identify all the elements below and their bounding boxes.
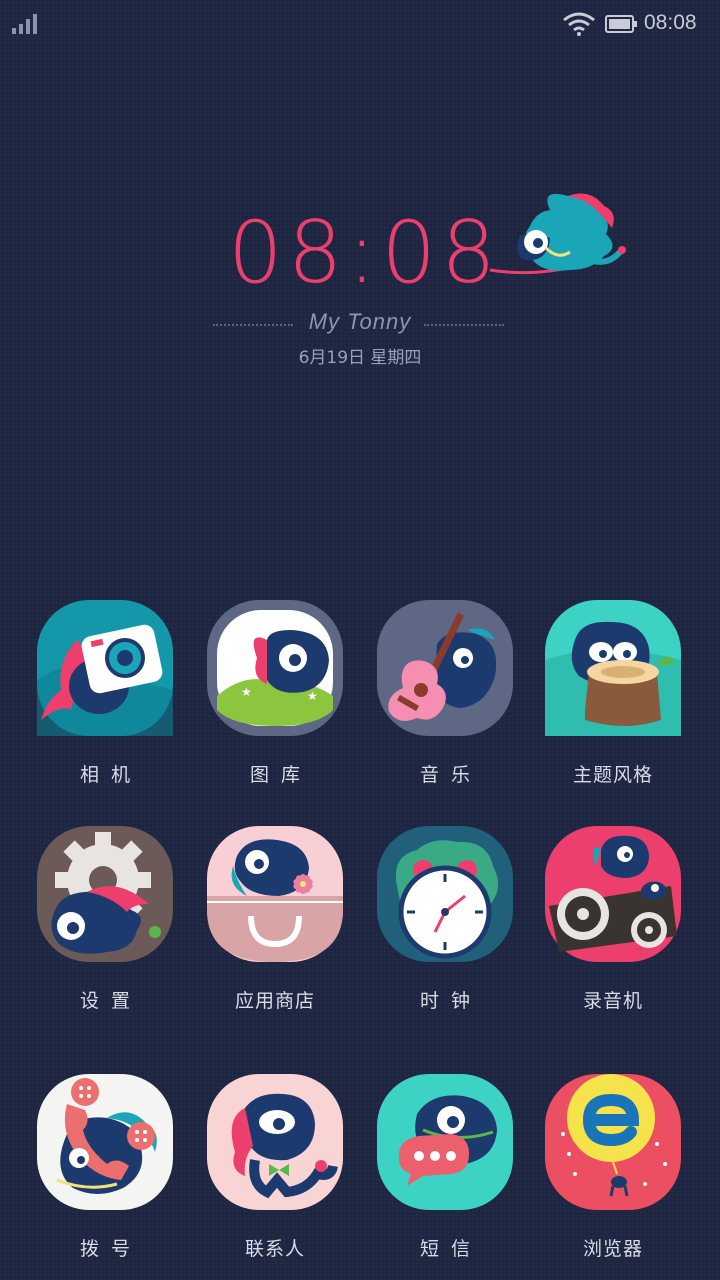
app-label: 拨号 [79,1238,142,1260]
app-gallery[interactable]: ★ ★ 图库 [190,600,360,787]
message-bubble-icon [377,1074,513,1210]
divider-right [424,324,504,326]
app-label: 主题风格 [572,764,653,786]
gear-icon [37,826,173,962]
svg-text:★: ★ [307,689,318,703]
phone-icon [37,1074,173,1210]
svg-text:★: ★ [241,685,252,699]
app-clock[interactable]: 时钟 [360,826,530,1013]
music-icon [377,600,513,736]
app-dialer[interactable]: 拨号 [20,1074,190,1261]
app-messages[interactable]: 短信 [360,1074,530,1261]
shopping-bag-icon [207,826,343,962]
app-settings[interactable]: 设置 [20,826,190,1013]
app-label: 音乐 [419,764,482,786]
clock-widget[interactable]: 08:08 My Tonny 6月19日 星期四 [0,190,720,380]
app-label: 浏览器 [582,1238,643,1260]
app-label: 相机 [79,764,142,786]
theme-icon [545,600,681,736]
app-label: 图库 [249,764,312,786]
clock-date: 6月19日 星期四 [298,348,422,368]
clock-time: 08:08 [228,203,501,303]
app-label: 时钟 [419,990,482,1012]
signal-icon [12,14,37,34]
app-label: 应用商店 [234,990,315,1012]
owner-name: My Tonny [308,309,412,334]
status-bar: 08:08 [0,0,720,48]
app-recorder[interactable]: 录音机 [528,826,698,1013]
browser-icon [545,1074,681,1210]
status-time: 08:08 [644,11,697,34]
app-store[interactable]: 应用商店 [190,826,360,1013]
wifi-icon [563,12,595,36]
app-label: 联系人 [244,1238,305,1260]
app-contacts[interactable]: 联系人 [190,1074,360,1261]
battery-icon [605,15,637,33]
app-browser[interactable]: 浏览器 [528,1074,698,1261]
app-themes[interactable]: 主题风格 [528,600,698,787]
app-music[interactable]: 音乐 [360,600,530,787]
contacts-icon [207,1074,343,1210]
app-label: 录音机 [582,990,643,1012]
tape-recorder-icon [545,826,681,962]
gallery-icon: ★ ★ [207,600,343,736]
app-label: 短信 [419,1238,482,1260]
app-camera[interactable]: 相机 [20,600,190,787]
app-label: 设置 [79,990,142,1012]
alarm-clock-icon [377,826,513,962]
camera-icon [37,600,173,736]
mascot-icon [489,193,626,275]
